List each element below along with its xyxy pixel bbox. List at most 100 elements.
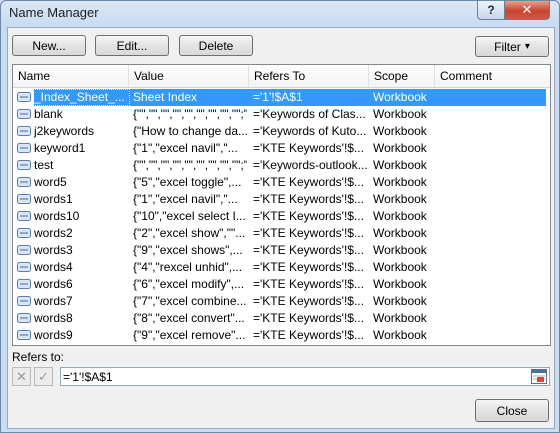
column-header-refers-to[interactable]: Refers To <box>249 65 369 87</box>
close-button[interactable]: Close <box>475 399 549 422</box>
cell-scope: Workbook <box>373 277 427 291</box>
table-row[interactable]: words10 {"10","excel select I... ='KTE Key… <box>13 208 550 225</box>
defined-name-icon <box>17 126 31 136</box>
cell-value: {"2","excel show",""... <box>133 226 246 240</box>
cell-value: {"9","excel shows",... <box>133 243 243 257</box>
defined-name-icon <box>17 228 31 238</box>
cell-name: blank <box>34 107 63 121</box>
cell-name: words9 <box>34 328 73 342</box>
list-rows: _Index_Sheet_... Sheet Index ='1'!$A$1 Work… <box>13 89 550 344</box>
cell-refers-to: ='Keywords of Clas... <box>253 107 366 121</box>
cell-name: word5 <box>34 175 67 189</box>
cell-refers-to: ='KTE Keywords'!$... <box>253 209 364 223</box>
cell-scope: Workbook <box>373 141 427 155</box>
table-row[interactable]: words8 {"8","excel convert"... ='KTE Keywo… <box>13 310 550 327</box>
cell-scope: Workbook <box>373 107 427 121</box>
table-row[interactable]: words6 {"6","excel modify",... ='KTE Keywo… <box>13 276 550 293</box>
cell-comment <box>439 328 539 343</box>
cell-comment <box>439 209 539 224</box>
cell-refers-to: ='Keywords of Kuto... <box>253 124 367 138</box>
table-row[interactable]: words2 {"2","excel show",""... ='KTE Keywo… <box>13 225 550 242</box>
new-button-label: New... <box>32 38 66 53</box>
defined-name-icon <box>17 296 31 306</box>
cell-comment <box>439 141 539 156</box>
column-header-comment[interactable]: Comment <box>435 65 550 87</box>
filter-button-label: Filter <box>494 39 521 54</box>
window-close-button[interactable]: ✕ <box>504 1 550 20</box>
cell-comment <box>439 260 539 275</box>
cell-name: words4 <box>34 260 73 274</box>
cell-comment <box>439 243 539 258</box>
cell-name: keyword1 <box>34 141 86 155</box>
cell-name: words1 <box>34 192 73 206</box>
names-list[interactable]: Name Value Refers To Scope Comment _Inde… <box>12 64 551 346</box>
title-bar: Name Manager ? ✕ <box>1 1 559 25</box>
cell-value: {"7","excel combine... <box>133 294 247 308</box>
table-row[interactable]: words4 {"4","rexcel unhid",... ='KTE Keywo… <box>13 259 550 276</box>
cell-value: {"4","rexcel unhid",... <box>133 260 243 274</box>
cell-comment <box>439 311 539 326</box>
confirm-edit-button[interactable]: ✓ <box>34 367 53 386</box>
cell-comment <box>439 175 539 190</box>
table-row[interactable]: keyword1 {"1","excel navil","... ='KTE Key… <box>13 140 550 157</box>
name-manager-dialog: Name Manager ? ✕ New... Edit... Delete F… <box>0 0 560 433</box>
cell-value: Sheet Index <box>133 90 198 104</box>
delete-button[interactable]: Delete <box>179 35 253 56</box>
new-button[interactable]: New... <box>12 35 86 56</box>
table-row[interactable]: test {"","","","","","","","","";""... ='K… <box>13 157 550 174</box>
cell-scope: Workbook <box>373 243 427 257</box>
filter-button[interactable]: Filter ▾ <box>475 36 549 57</box>
cell-value: {"","","","","","","","","";""... <box>133 107 247 121</box>
chevron-down-icon: ▾ <box>524 41 530 52</box>
cell-value: {"1","excel navil","... <box>133 192 238 206</box>
table-row[interactable]: j2keywords {"How to change da... ='Keyword… <box>13 123 550 140</box>
cancel-edit-button[interactable]: ✕ <box>12 367 31 386</box>
cancel-icon: ✕ <box>16 368 27 384</box>
cell-comment <box>439 294 539 309</box>
table-row[interactable]: _Index_Sheet_... Sheet Index ='1'!$A$1 Work… <box>13 89 550 106</box>
close-button-label: Close <box>496 403 528 418</box>
table-row[interactable]: blank {"","","","","","","","","";""... ='… <box>13 106 550 123</box>
cell-name: words8 <box>34 311 73 325</box>
defined-name-icon <box>17 313 31 323</box>
checkmark-icon: ✓ <box>38 368 49 384</box>
column-header-value[interactable]: Value <box>129 65 249 87</box>
cell-refers-to: ='1'!$A$1 <box>253 90 303 104</box>
defined-name-icon <box>17 177 31 187</box>
cell-refers-to: ='KTE Keywords'!$... <box>253 226 364 240</box>
cell-refers-to: ='KTE Keywords'!$... <box>253 260 364 274</box>
cell-scope: Workbook <box>373 226 427 240</box>
cell-refers-to: ='KTE Keywords'!$... <box>253 175 364 189</box>
defined-name-icon <box>17 245 31 255</box>
help-button[interactable]: ? <box>477 1 505 20</box>
cell-scope: Workbook <box>373 158 427 172</box>
cell-scope: Workbook <box>373 294 427 308</box>
defined-name-icon <box>17 211 31 221</box>
column-header-name[interactable]: Name <box>13 65 129 87</box>
cell-refers-to: ='KTE Keywords'!$... <box>253 277 364 291</box>
defined-name-icon <box>17 330 31 340</box>
table-row[interactable]: words9 {"9","excel remove"... ='KTE Keywor… <box>13 327 550 344</box>
cell-refers-to: ='KTE Keywords'!$... <box>253 141 364 155</box>
cell-refers-to: ='KTE Keywords'!$... <box>253 328 364 342</box>
refers-to-input[interactable] <box>63 369 523 384</box>
edit-button[interactable]: Edit... <box>95 35 169 56</box>
table-row[interactable]: words7 {"7","excel combine... ='KTE Keywor… <box>13 293 550 310</box>
defined-name-icon <box>17 160 31 170</box>
defined-name-icon <box>17 92 31 102</box>
defined-name-icon <box>17 262 31 272</box>
help-icon: ? <box>487 3 495 17</box>
table-row[interactable]: words1 {"1","excel navil","... ='KTE Keywo… <box>13 191 550 208</box>
cell-scope: Workbook <box>373 311 427 325</box>
table-row[interactable]: words3 {"9","excel shows",... ='KTE Keywor… <box>13 242 550 259</box>
cell-value: {"1","excel navil","... <box>133 141 238 155</box>
column-header-scope[interactable]: Scope <box>369 65 435 87</box>
cell-comment <box>439 90 539 105</box>
collapse-dialog-icon[interactable] <box>531 369 547 384</box>
table-row[interactable]: word5 {"5","excel toggle",... ='KTE Keywor… <box>13 174 550 191</box>
defined-name-icon <box>17 143 31 153</box>
cell-refers-to: ='KTE Keywords'!$... <box>253 294 364 308</box>
list-header: Name Value Refers To Scope Comment <box>13 65 550 88</box>
window-title: Name Manager <box>9 5 99 20</box>
refers-to-field[interactable] <box>60 367 550 386</box>
